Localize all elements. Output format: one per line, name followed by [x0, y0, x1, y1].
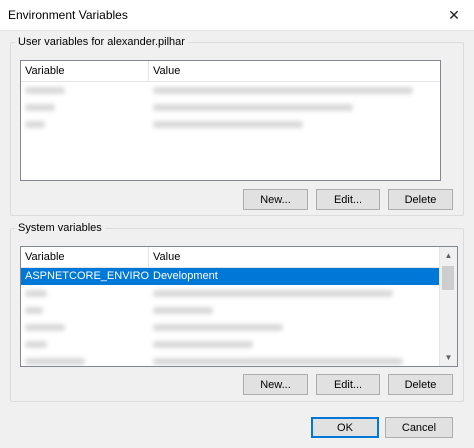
list-item[interactable] — [21, 82, 440, 99]
variable-name: ASPNETCORE_ENVIRONMENT — [25, 270, 149, 282]
system-variables-label: System variables — [18, 222, 102, 234]
scrollbar-thumb[interactable] — [442, 266, 454, 290]
system-delete-button[interactable]: Delete — [388, 374, 453, 395]
list-item-selected[interactable]: ASPNETCORE_ENVIRONMENT Development — [21, 268, 440, 285]
column-header-variable[interactable]: Variable — [21, 247, 149, 267]
user-variables-header: Variable Value — [21, 61, 440, 82]
system-edit-button[interactable]: Edit... — [316, 374, 380, 395]
user-new-button[interactable]: New... — [243, 189, 308, 210]
cancel-button[interactable]: Cancel — [385, 417, 453, 438]
user-variables-label: User variables for alexander.pilhar — [18, 36, 185, 48]
chevron-up-icon[interactable]: ▲ — [440, 247, 457, 264]
title-bar: Environment Variables ✕ — [0, 0, 474, 31]
window-title: Environment Variables — [8, 8, 128, 22]
column-header-value[interactable]: Value — [149, 61, 440, 81]
chevron-down-icon[interactable]: ▼ — [440, 349, 457, 366]
close-icon[interactable]: ✕ — [434, 0, 474, 30]
column-header-variable[interactable]: Variable — [21, 61, 149, 81]
system-variables-list[interactable]: Variable Value ASPNETCORE_ENVIRONMENT De… — [20, 246, 458, 367]
user-delete-button[interactable]: Delete — [388, 189, 453, 210]
system-variables-scrollbar[interactable]: ▲ ▼ — [439, 247, 457, 366]
list-item[interactable] — [21, 302, 440, 319]
ok-button[interactable]: OK — [311, 417, 379, 438]
list-item[interactable] — [21, 285, 440, 302]
system-variables-header: Variable Value — [21, 247, 440, 268]
list-item[interactable] — [21, 99, 440, 116]
list-item[interactable] — [21, 353, 440, 366]
user-edit-button[interactable]: Edit... — [316, 189, 380, 210]
list-item[interactable] — [21, 336, 440, 353]
system-new-button[interactable]: New... — [243, 374, 308, 395]
column-header-value[interactable]: Value — [149, 247, 440, 267]
user-variables-list[interactable]: Variable Value — [20, 60, 441, 181]
list-item[interactable] — [21, 116, 440, 133]
variable-value: Development — [153, 270, 218, 282]
list-item[interactable] — [21, 319, 440, 336]
